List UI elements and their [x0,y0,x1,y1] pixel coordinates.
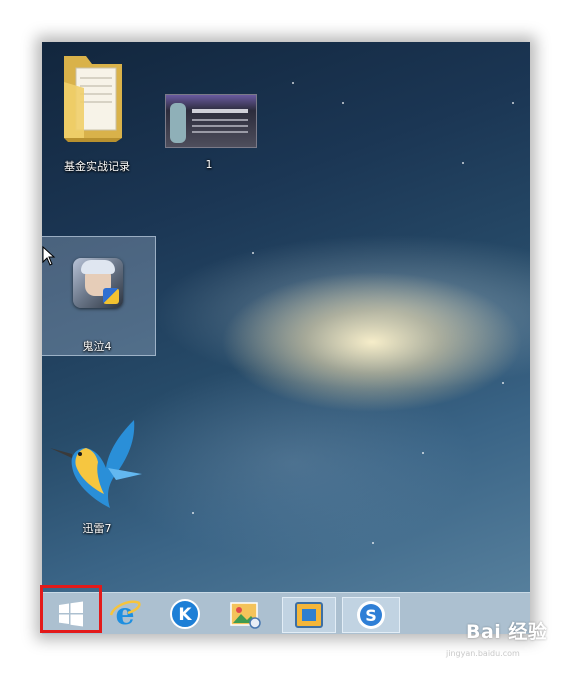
desktop-icon-game[interactable]: 鬼泣4 [42,238,152,354]
desktop-icon-folder[interactable]: 基金实战记录 [42,48,152,173]
hummingbird-icon [50,420,142,508]
svg-text:K: K [178,605,192,625]
taskbar-file-explorer[interactable] [282,597,336,633]
k-circle-icon: K [170,599,200,629]
folder-icon [64,56,122,142]
s-circle-icon: S [357,601,385,629]
taskbar: e K S [42,592,530,634]
folder-window-icon [295,602,323,628]
start-button-highlight [40,585,102,633]
taskbar-kugou[interactable]: K [162,597,208,631]
desktop-icon-xunlei[interactable]: 迅雷7 [42,418,152,538]
taskbar-photo[interactable] [222,597,268,631]
desktop-background: 基金实战记录 1 鬼泣4 迅雷7 [42,42,530,592]
watermark-url: jingyan.baidu.com [446,649,520,658]
screen-frame: 基金实战记录 1 鬼泣4 迅雷7 e K S [42,42,530,634]
taskbar-sogou[interactable]: S [342,597,400,633]
folder-label: 基金实战记录 [64,160,130,173]
svg-text:S: S [365,606,377,625]
taskbar-ie[interactable]: e [102,597,148,631]
game-icon [73,258,123,308]
baidu-watermark: Bai 经验 jingyan.baidu.com [446,617,558,658]
image-icon [230,602,261,629]
ie-icon: e [109,597,141,631]
game-label: 鬼泣4 [82,340,112,353]
desktop-icon-shortcut-1[interactable]: 1 [154,48,264,171]
shortcut-label: 1 [205,158,213,171]
xunlei-label: 迅雷7 [82,522,112,535]
mouse-cursor-icon [42,246,56,266]
watermark-text: Bai 经验 [466,621,548,643]
website-thumbnail [165,94,257,148]
